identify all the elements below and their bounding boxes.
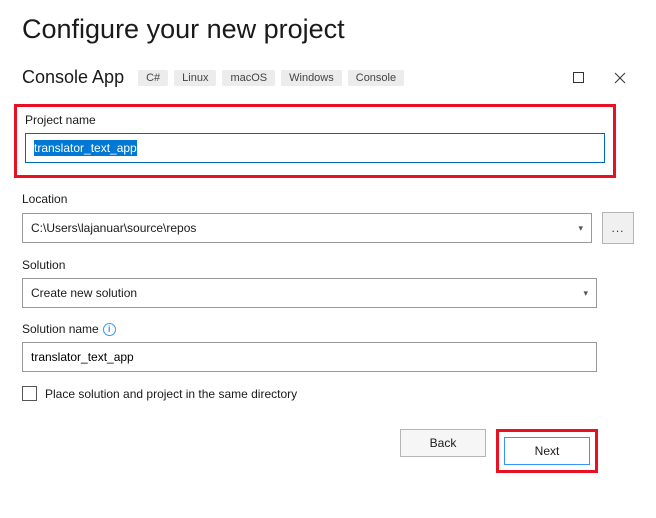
location-label: Location: [22, 192, 634, 206]
chevron-down-icon: ▾: [578, 223, 583, 234]
close-icon[interactable]: [614, 72, 626, 84]
project-name-label: Project name: [25, 113, 605, 127]
next-button-highlight: Next: [496, 429, 598, 473]
solution-label: Solution: [22, 258, 634, 272]
tag: macOS: [222, 70, 275, 86]
location-combo[interactable]: C:\Users\lajanuar\source\repos ▾: [22, 213, 592, 243]
tag: Linux: [174, 70, 216, 86]
project-name-value: translator_text_app: [34, 140, 137, 156]
maximize-icon[interactable]: [572, 72, 584, 84]
footer-buttons: Back Next: [22, 429, 634, 473]
tag-list: C# Linux macOS Windows Console: [138, 70, 404, 86]
project-name-group: Project name translator_text_app: [14, 104, 616, 178]
subheader-left: Console App C# Linux macOS Windows Conso…: [22, 67, 404, 88]
tag: Windows: [281, 70, 342, 86]
solution-combo[interactable]: Create new solution ▾: [22, 278, 597, 308]
page-title: Configure your new project: [22, 14, 634, 45]
location-value: C:\Users\lajanuar\source\repos: [31, 221, 196, 235]
info-icon[interactable]: i: [103, 323, 116, 336]
solution-name-label: Solution name i: [22, 322, 634, 336]
template-name: Console App: [22, 67, 124, 88]
solution-name-input[interactable]: [22, 342, 597, 372]
project-name-input[interactable]: translator_text_app: [25, 133, 605, 163]
tag: C#: [138, 70, 168, 86]
back-button[interactable]: Back: [400, 429, 486, 457]
chevron-down-icon: ▾: [583, 288, 588, 299]
solution-value: Create new solution: [31, 286, 137, 300]
tag: Console: [348, 70, 404, 86]
next-button[interactable]: Next: [504, 437, 590, 465]
location-group: Location C:\Users\lajanuar\source\repos …: [22, 192, 634, 244]
solution-name-group: Solution name i: [22, 322, 634, 372]
same-directory-label: Place solution and project in the same d…: [45, 387, 297, 401]
same-directory-row: Place solution and project in the same d…: [22, 386, 634, 401]
solution-group: Solution Create new solution ▾: [22, 258, 634, 308]
subheader: Console App C# Linux macOS Windows Conso…: [22, 67, 634, 88]
same-directory-checkbox[interactable]: [22, 386, 37, 401]
window-controls: [572, 72, 634, 84]
browse-button[interactable]: ...: [602, 212, 634, 244]
